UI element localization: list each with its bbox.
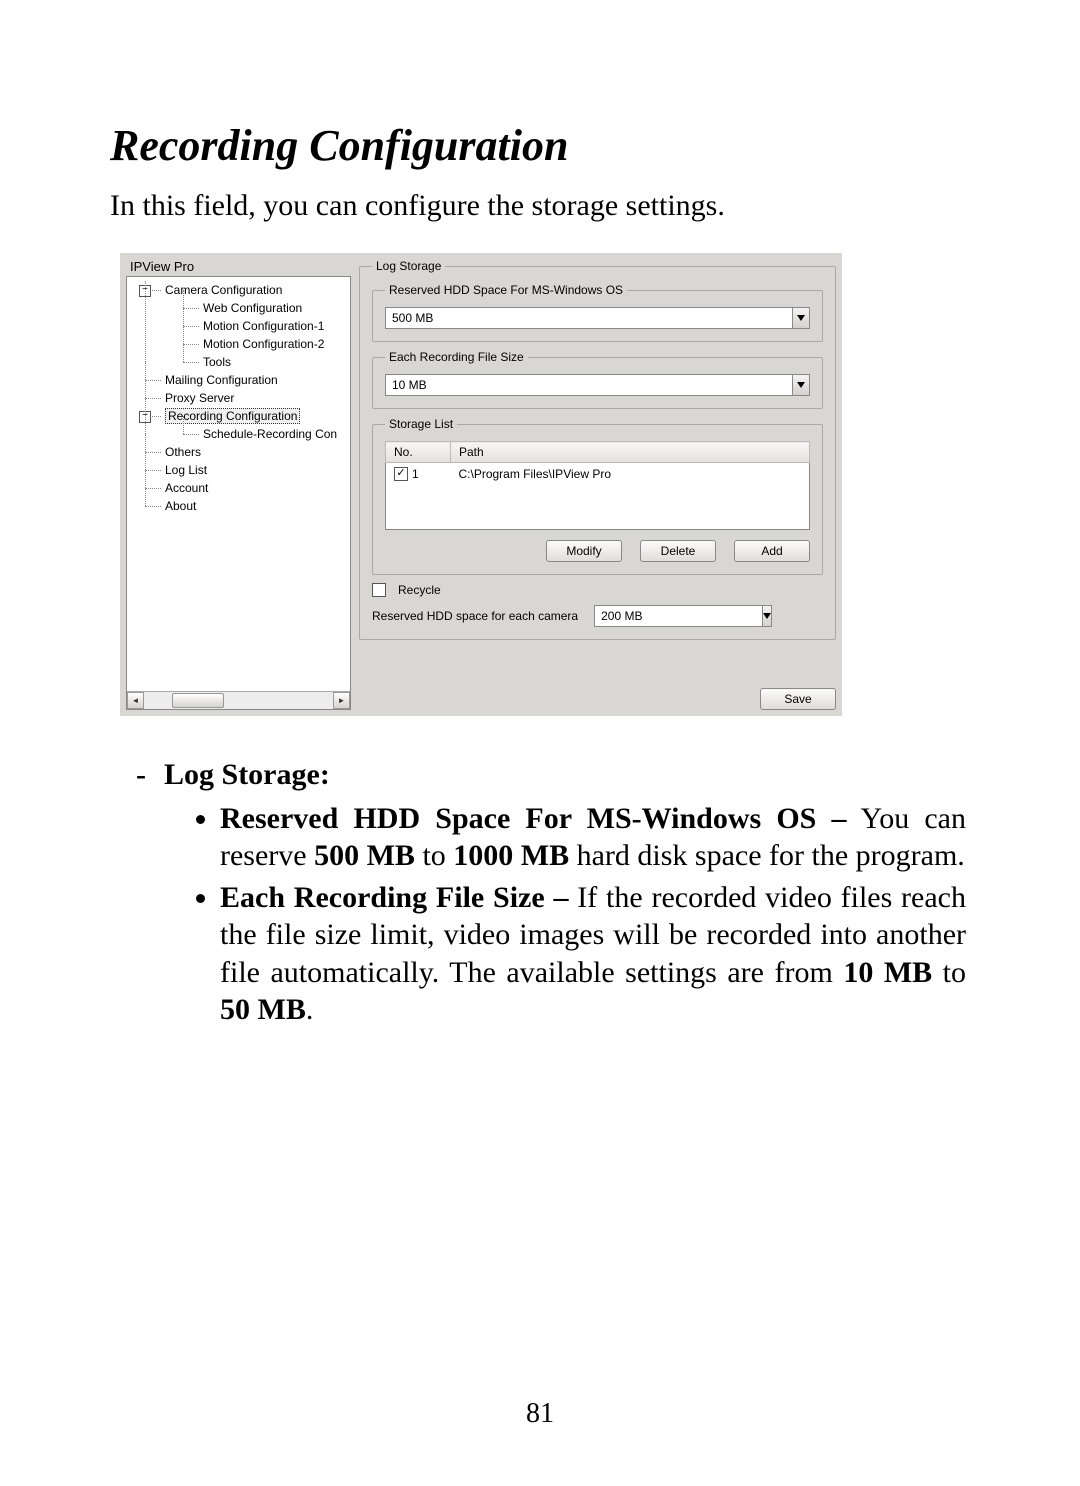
reserved-os-combo[interactable]: [385, 307, 810, 329]
chevron-down-icon[interactable]: [762, 605, 772, 627]
description-block: - Log Storage: Reserved HDD Space For MS…: [110, 756, 970, 1029]
tree-item-recording[interactable]: Recording Configuration: [165, 408, 300, 424]
tree-item-account[interactable]: Account: [165, 481, 208, 495]
each-camera-value[interactable]: [594, 605, 762, 627]
page-title: Recording Configuration: [110, 120, 970, 171]
tree-root-label: IPView Pro: [130, 259, 351, 274]
tree-item-mailing[interactable]: Mailing Configuration: [165, 373, 278, 387]
log-storage-legend: Log Storage: [372, 259, 445, 273]
col-path-header[interactable]: Path: [451, 442, 810, 463]
file-size-value[interactable]: [385, 374, 792, 396]
bullet-filesize: Each Recording File Size – If the record…: [220, 879, 970, 1029]
expander-minus-icon[interactable]: −: [139, 411, 151, 423]
expander-minus-icon[interactable]: −: [139, 285, 151, 297]
storage-table: No. Path ✓ 1 C:\Program Files\IPView Pro: [385, 441, 810, 530]
storage-list-group: Storage List No. Path ✓ 1 C:\Program File…: [372, 417, 823, 575]
intro-text: In this field, you can configure the sto…: [110, 189, 970, 223]
log-storage-group: Log Storage Reserved HDD Space For MS-Wi…: [359, 259, 836, 640]
tree-item-others[interactable]: Others: [165, 445, 201, 459]
col-no-header[interactable]: No.: [386, 442, 451, 463]
delete-button[interactable]: Delete: [640, 540, 716, 562]
storage-list-legend: Storage List: [385, 417, 457, 431]
checkbox-checked-icon[interactable]: ✓: [394, 467, 408, 481]
scroll-thumb[interactable]: [172, 693, 224, 708]
tree-item-loglist[interactable]: Log List: [165, 463, 207, 477]
table-row: [386, 507, 810, 530]
reserved-os-legend: Reserved HDD Space For MS-Windows OS: [385, 283, 627, 297]
tree-item-motion1[interactable]: Motion Configuration-1: [203, 319, 324, 333]
tree-item-schedule[interactable]: Schedule-Recording Con: [203, 427, 337, 441]
tree-item-web[interactable]: Web Configuration: [203, 301, 302, 315]
row-no: 1: [412, 467, 419, 481]
scroll-left-icon[interactable]: ◄: [127, 692, 144, 709]
reserved-os-value[interactable]: [385, 307, 792, 329]
file-size-group: Each Recording File Size: [372, 350, 823, 409]
file-size-legend: Each Recording File Size: [385, 350, 528, 364]
table-row[interactable]: ✓ 1 C:\Program Files\IPView Pro: [386, 463, 810, 486]
scroll-right-icon[interactable]: ►: [333, 692, 350, 709]
reserved-os-group: Reserved HDD Space For MS-Windows OS: [372, 283, 823, 342]
dash-bullet: -: [136, 756, 146, 794]
nav-tree[interactable]: − Camera Configuration Web Configuration…: [126, 276, 351, 710]
tree-item-about[interactable]: About: [165, 499, 196, 513]
file-size-combo[interactable]: [385, 374, 810, 396]
each-camera-combo[interactable]: [594, 605, 714, 627]
tree-item-proxy[interactable]: Proxy Server: [165, 391, 234, 405]
table-row: [386, 485, 810, 507]
page-number: 81: [0, 1398, 1080, 1430]
tree-item-tools[interactable]: Tools: [203, 355, 231, 369]
chevron-down-icon[interactable]: [792, 307, 810, 329]
tree-horizontal-scrollbar[interactable]: ◄ ►: [127, 691, 350, 709]
each-camera-label: Reserved HDD space for each camera: [372, 609, 578, 623]
bullet-reserved: Reserved HDD Space For MS-Windows OS – Y…: [220, 800, 970, 875]
log-storage-heading: Log Storage:: [164, 756, 330, 794]
modify-button[interactable]: Modify: [546, 540, 622, 562]
recycle-checkbox[interactable]: [372, 583, 386, 597]
save-button[interactable]: Save: [760, 688, 836, 710]
config-dialog: IPView Pro − Camera Configuration Web Co…: [120, 253, 842, 716]
chevron-down-icon[interactable]: [792, 374, 810, 396]
row-path: C:\Program Files\IPView Pro: [451, 463, 810, 486]
recycle-label: Recycle: [398, 583, 441, 597]
add-button[interactable]: Add: [734, 540, 810, 562]
tree-item-motion2[interactable]: Motion Configuration-2: [203, 337, 324, 351]
